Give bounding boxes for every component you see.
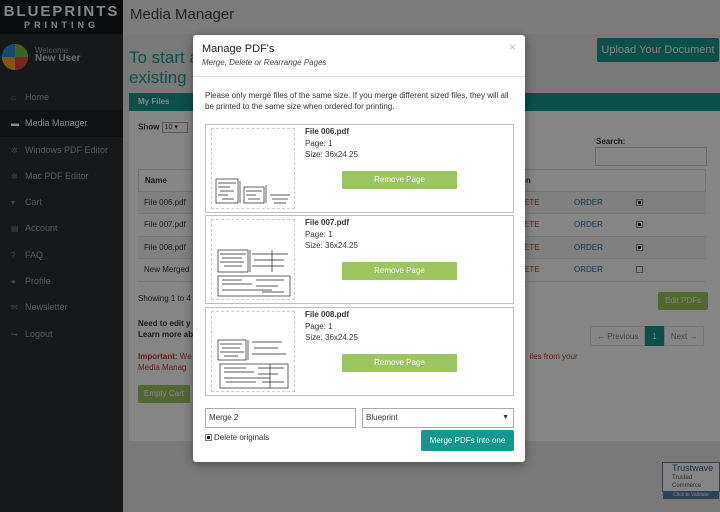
page-card[interactable]: File 007.pdf Page: 1 Size: 36x24.25 Remo…: [205, 215, 514, 304]
checkbox-checked[interactable]: [205, 434, 212, 442]
remove-page-button[interactable]: Remove Page: [342, 354, 457, 372]
page-thumbnail: [211, 219, 295, 300]
page-thumbnail: [211, 311, 295, 392]
page-list: File 006.pdf Page: 1 Size: 36x24.25 Remo…: [205, 124, 514, 398]
page-size: Size: 36x24.25: [305, 241, 358, 250]
delete-originals-label: Delete originals: [214, 433, 270, 442]
print-type-select[interactable]: Blueprint ▼: [362, 408, 514, 428]
page-file-name: File 007.pdf: [305, 218, 350, 227]
page-thumbnail: [211, 128, 295, 209]
page-file-name: File 008.pdf: [305, 310, 350, 319]
modal-title: Manage PDF's: [202, 43, 275, 55]
page-number: Page: 1: [305, 139, 333, 148]
size-warning: Please only merge files of the same size…: [205, 91, 509, 111]
page-number: Page: 1: [305, 322, 333, 331]
remove-page-button[interactable]: Remove Page: [342, 171, 457, 189]
chevron-down-icon: ▼: [502, 414, 509, 421]
merge-pdfs-button[interactable]: Merge PDFs into one: [421, 430, 514, 451]
modal-header: Manage PDF's Merge, Delete or Rearrange …: [193, 35, 525, 77]
page-size: Size: 36x24.25: [305, 150, 358, 159]
page-file-name: File 006.pdf: [305, 127, 350, 136]
remove-page-button[interactable]: Remove Page: [342, 262, 457, 280]
page-card[interactable]: File 008.pdf Page: 1 Size: 36x24.25 Remo…: [205, 307, 514, 396]
merge-name-input[interactable]: Merge 2: [205, 408, 356, 428]
close-icon[interactable]: ×: [509, 40, 516, 54]
manage-pdfs-modal: Manage PDF's Merge, Delete or Rearrange …: [193, 35, 525, 462]
modal-subtitle: Merge, Delete or Rearrange Pages: [202, 58, 327, 67]
page-number: Page: 1: [305, 230, 333, 239]
print-type-value: Blueprint: [366, 413, 398, 422]
delete-originals-checkbox[interactable]: Delete originals: [205, 433, 269, 442]
page-card[interactable]: File 006.pdf Page: 1 Size: 36x24.25 Remo…: [205, 124, 514, 213]
page-size: Size: 36x24.25: [305, 333, 358, 342]
